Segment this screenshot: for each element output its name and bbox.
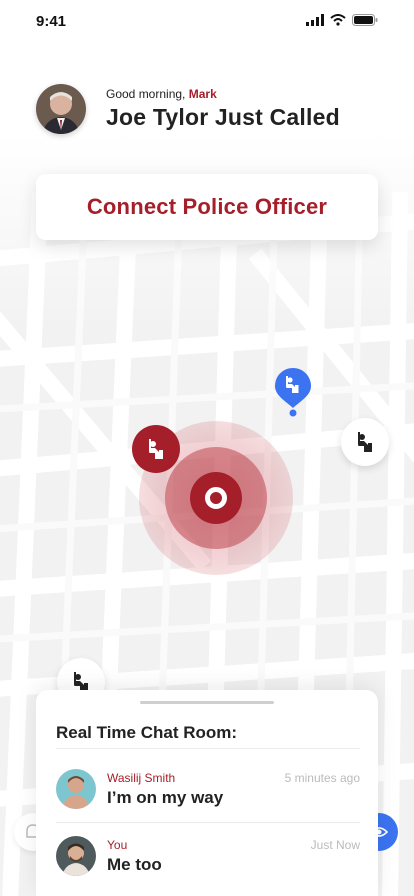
sender-avatar [56, 769, 96, 809]
sender-avatar [56, 836, 96, 876]
status-time: 9:41 [36, 13, 67, 30]
greeting-salutation: Good morning, [106, 87, 186, 101]
message-text: I’m on my way [107, 788, 224, 807]
chat-room-panel: Real Time Chat Room: Wasilij Smith 5 min… [36, 690, 378, 896]
police-officer-icon [149, 439, 163, 459]
chat-message[interactable]: You Just Now Me too [56, 836, 360, 896]
location-target-icon[interactable] [190, 472, 242, 524]
greeting-header: Good morning, Mark Joe Tylor Just Called [36, 84, 376, 136]
greeting-text: Good morning, Mark [106, 87, 217, 101]
connect-police-officer-button[interactable]: Connect Police Officer [36, 174, 378, 240]
officer-marker-selected[interactable] [132, 425, 180, 473]
divider [56, 822, 360, 823]
user-avatar[interactable] [36, 84, 86, 134]
wifi-icon [330, 14, 346, 26]
status-icons [306, 14, 378, 26]
battery-icon [352, 14, 378, 26]
message-time: 5 minutes ago [284, 771, 360, 785]
panel-drag-handle[interactable] [140, 701, 274, 704]
sender-name: Wasilij Smith [107, 771, 176, 785]
chat-message[interactable]: Wasilij Smith 5 minutes ago I’m on my wa… [56, 769, 360, 829]
chat-room-title: Real Time Chat Room: [56, 723, 238, 742]
police-officer-icon [358, 432, 372, 452]
call-headline: Joe Tylor Just Called [106, 104, 340, 130]
message-text: Me too [107, 855, 162, 874]
officer-marker-nearby[interactable] [341, 418, 389, 466]
officer-location-pin[interactable] [275, 368, 311, 418]
greeting-user-name: Mark [188, 87, 217, 101]
sender-name: You [107, 838, 128, 852]
signal-icon [306, 14, 324, 26]
message-time: Just Now [310, 838, 360, 852]
status-bar: 9:41 [0, 0, 414, 44]
divider [56, 748, 360, 749]
map-fade [0, 0, 414, 330]
